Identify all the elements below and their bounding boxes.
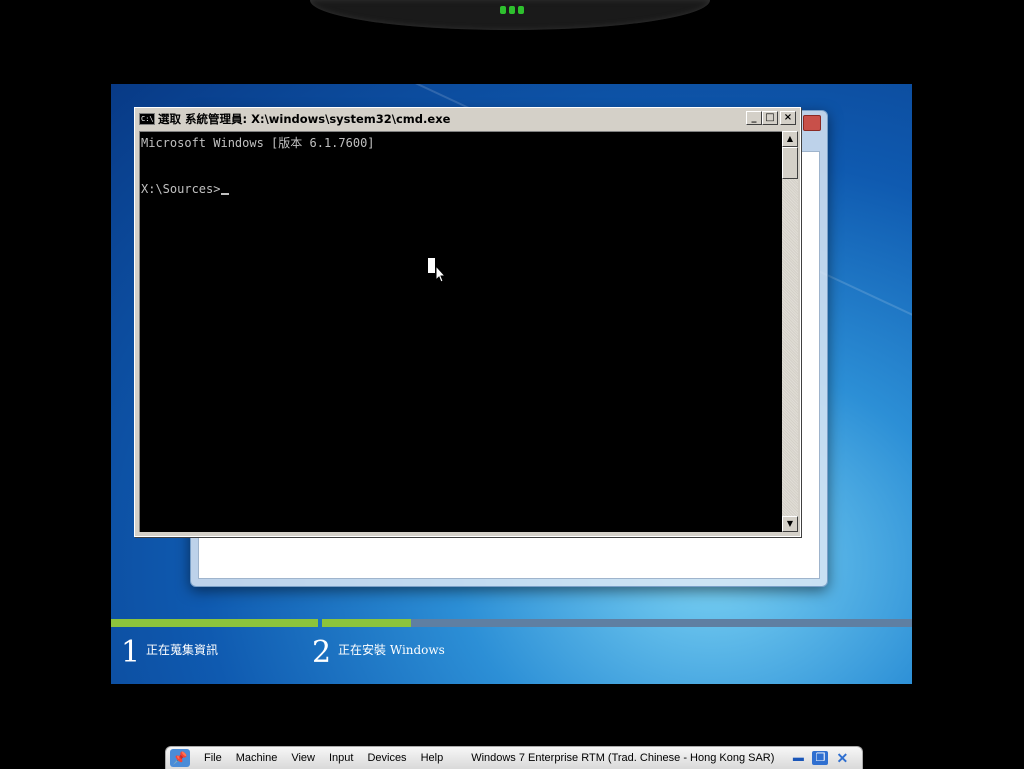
vm-title: Windows 7 Enterprise RTM (Trad. Chinese … — [471, 752, 775, 764]
minimize-button[interactable]: _ — [746, 111, 762, 125]
scroll-up-arrow-icon[interactable]: ▲ — [782, 131, 798, 147]
console-scrollbar[interactable]: ▲ ▼ — [782, 131, 798, 532]
close-button[interactable]: × — [780, 111, 796, 125]
setup-progress-band: 1 正在蒐集資訊 2 正在安裝 Windows — [111, 617, 912, 684]
step1-number: 1 — [121, 635, 141, 670]
toolbar-minimize-icon[interactable]: ▬ — [790, 751, 806, 765]
prompt-text: X:\Sources> — [141, 182, 221, 196]
maximize-button[interactable]: □ — [762, 111, 778, 125]
setup-close-button[interactable] — [803, 115, 821, 131]
vbox-mini-toolbar: 📌 File Machine View Input Devices Help W… — [165, 746, 863, 769]
console-prompt: X:\Sources> — [141, 182, 230, 196]
text-cursor — [221, 193, 230, 195]
scroll-thumb[interactable] — [782, 147, 798, 179]
step1-progress-bar — [111, 619, 318, 627]
status-light-icon — [497, 6, 527, 16]
step2-progress-fill — [322, 619, 411, 627]
menu-machine[interactable]: Machine — [236, 752, 278, 764]
menu-file[interactable]: File — [204, 752, 222, 764]
step2-number: 2 — [312, 635, 332, 670]
menu-devices[interactable]: Devices — [367, 752, 406, 764]
toolbar-restore-icon[interactable]: ❐ — [812, 751, 829, 765]
cmd-window[interactable]: C:\ 選取 系統管理員: X:\windows\system32\cmd.ex… — [134, 107, 801, 537]
menu-help[interactable]: Help — [421, 752, 444, 764]
console-area[interactable]: Microsoft Windows [版本 6.1.7600] X:\Sourc… — [139, 131, 782, 532]
cmd-title: 選取 系統管理員: X:\windows\system32\cmd.exe — [158, 112, 451, 126]
console-line-version: Microsoft Windows [版本 6.1.7600] — [141, 136, 375, 150]
step2-label: 正在安裝 Windows — [338, 643, 445, 657]
step1-progress-fill — [111, 619, 318, 627]
cmd-titlebar[interactable]: C:\ 選取 系統管理員: X:\windows\system32\cmd.ex… — [137, 110, 798, 128]
cmd-icon[interactable]: C:\ — [139, 113, 155, 125]
step1-label: 正在蒐集資訊 — [146, 643, 219, 657]
menu-input[interactable]: Input — [329, 752, 353, 764]
toolbar-close-icon[interactable]: ✕ — [834, 751, 850, 765]
mouse-pointer-icon — [428, 258, 447, 283]
menu-view[interactable]: View — [291, 752, 315, 764]
step2-progress-bar — [322, 619, 912, 627]
scroll-down-arrow-icon[interactable]: ▼ — [782, 516, 798, 532]
pin-icon[interactable]: 📌 — [170, 749, 190, 767]
